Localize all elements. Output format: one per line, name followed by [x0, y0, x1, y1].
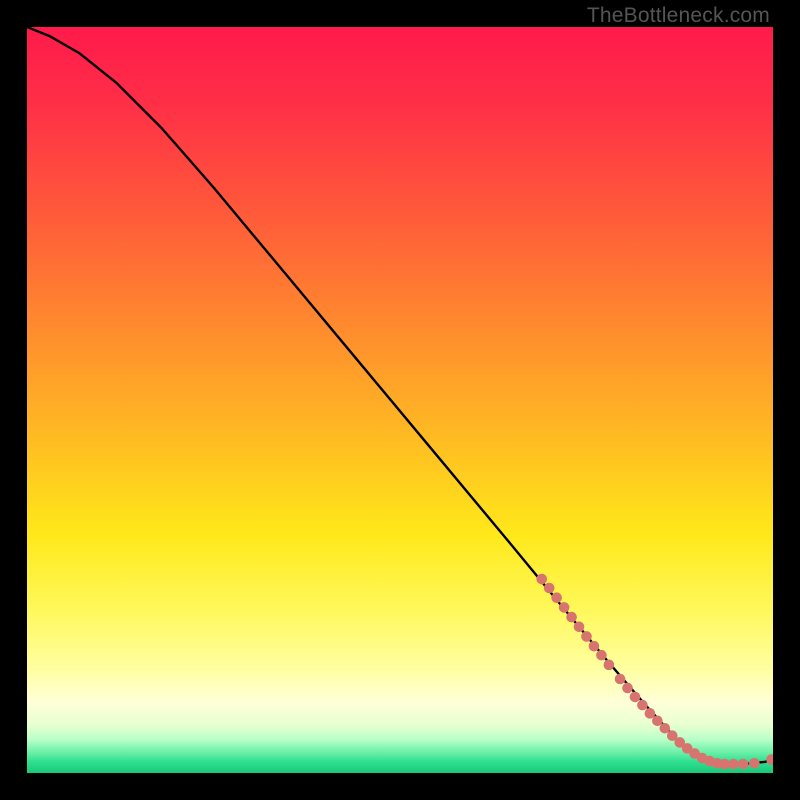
highlight-dot — [645, 708, 656, 719]
highlight-dot — [596, 650, 607, 661]
highlight-dot — [544, 583, 555, 594]
highlight-dot — [637, 700, 648, 711]
highlight-dot — [551, 592, 562, 603]
highlight-dot — [652, 715, 663, 726]
highlight-dot — [566, 612, 577, 623]
highlight-dot — [615, 674, 626, 685]
highlight-dot — [728, 759, 739, 770]
highlight-dot — [660, 723, 671, 734]
highlight-dot — [738, 759, 749, 770]
gradient-background — [27, 27, 773, 773]
highlight-dot — [622, 683, 633, 694]
watermark-text: TheBottleneck.com — [587, 4, 770, 28]
highlight-dot — [559, 602, 570, 613]
highlight-dot — [604, 660, 615, 671]
highlight-dot — [574, 621, 585, 632]
highlight-dot — [749, 758, 760, 769]
highlight-dot — [630, 692, 641, 703]
chart-frame — [27, 27, 773, 773]
highlight-dot — [589, 641, 600, 652]
highlight-dot — [536, 574, 547, 585]
chart-svg — [27, 27, 773, 773]
plot-area — [27, 27, 773, 773]
highlight-dot — [581, 631, 592, 642]
